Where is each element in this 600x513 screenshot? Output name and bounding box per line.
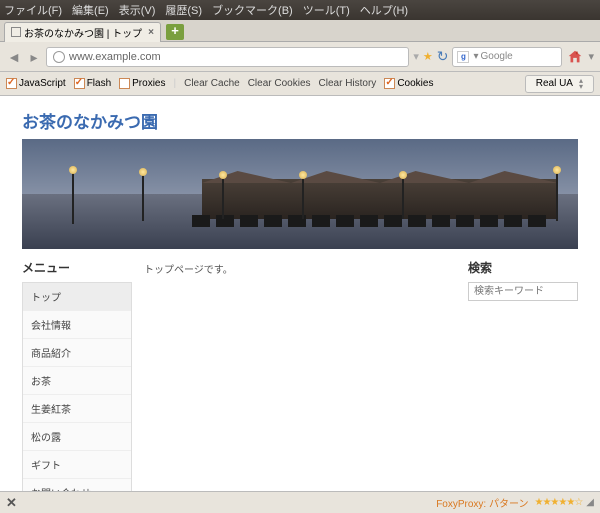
sidebar-menu: メニュー トップ 会社情報 商品紹介 お茶 生姜紅茶 松の露 ギフト お問い合わ… — [22, 259, 132, 491]
menu-item-contact[interactable]: お問い合わせ — [23, 479, 131, 491]
flash-toggle[interactable]: Flash — [74, 78, 111, 89]
checkbox-icon — [119, 78, 130, 89]
banner-image — [22, 139, 578, 249]
user-agent-selector[interactable]: Real UA▴▾ — [525, 75, 594, 93]
proxies-toggle[interactable]: Proxies — [119, 78, 165, 89]
menu-heading: メニュー — [22, 259, 132, 276]
menu-help[interactable]: ヘルプ(H) — [360, 2, 408, 18]
menu-item-products[interactable]: 商品紹介 — [23, 339, 131, 367]
tab-bar: お茶のなかみつ園 | トップ × + — [0, 20, 600, 42]
menu-item-top[interactable]: トップ — [23, 283, 131, 311]
cookies-toggle[interactable]: Cookies — [384, 78, 433, 89]
menu-item-ginger-tea[interactable]: 生姜紅茶 — [23, 395, 131, 423]
menu-view[interactable]: 表示(V) — [119, 2, 156, 18]
reload-button[interactable]: ↻ — [437, 48, 449, 65]
bookmark-dropdown-icon[interactable]: ▾ — [413, 50, 419, 63]
navigation-toolbar: ◄ ▸ www.example.com ▾ ★ ↻ g ▾ Google ▾ — [0, 42, 600, 72]
checkbox-icon — [74, 78, 85, 89]
page-icon — [11, 27, 21, 37]
menu-item-company[interactable]: 会社情報 — [23, 311, 131, 339]
search-engine-box[interactable]: g ▾ Google — [452, 47, 562, 67]
close-icon[interactable]: × — [148, 27, 154, 38]
clear-cache-button[interactable]: Clear Cache — [184, 78, 240, 89]
sidebar-search: 検索 — [468, 259, 578, 491]
resize-grip-icon: ◢ — [586, 497, 594, 508]
status-bar: ✕ FoxyProxy: パターン ★★★★★☆ ◢ — [0, 491, 600, 513]
address-bar[interactable]: www.example.com — [46, 47, 409, 67]
menu-file[interactable]: ファイル(F) — [4, 2, 62, 18]
globe-icon — [53, 51, 65, 63]
clear-cookies-button[interactable]: Clear Cookies — [248, 78, 311, 89]
main-text: トップページです。 — [144, 265, 233, 276]
bookmark-star-icon[interactable]: ★ — [423, 50, 433, 63]
main-content: トップページです。 — [144, 259, 456, 491]
os-menubar: ファイル(F) 編集(E) 表示(V) 履歴(S) ブックマーク(B) ツール(… — [0, 0, 600, 20]
checkbox-icon — [384, 78, 395, 89]
checkbox-icon — [6, 78, 17, 89]
menu-tools[interactable]: ツール(T) — [303, 2, 350, 18]
menu-item-tea[interactable]: お茶 — [23, 367, 131, 395]
menu-history[interactable]: 履歴(S) — [165, 2, 202, 18]
search-input[interactable] — [468, 282, 578, 301]
rating-stars[interactable]: ★★★★★☆ — [535, 497, 583, 508]
back-button[interactable]: ◄ — [6, 49, 22, 65]
menu-dropdown-icon[interactable]: ▾ — [588, 50, 594, 63]
page-content: お茶のなかみつ園 メニュー トップ 会社情報 商品紹介 お茶 生姜紅茶 松の露 … — [0, 96, 600, 491]
search-engine-label: Google — [481, 51, 513, 62]
menu-item-matsunotsuyu[interactable]: 松の露 — [23, 423, 131, 451]
browser-tab[interactable]: お茶のなかみつ園 | トップ × — [4, 22, 161, 42]
home-icon[interactable] — [566, 48, 584, 66]
menu-edit[interactable]: 編集(E) — [72, 2, 109, 18]
developer-toolbar: JavaScript Flash Proxies | Clear Cache C… — [0, 72, 600, 96]
chevron-updown-icon: ▴▾ — [579, 78, 583, 90]
search-heading: 検索 — [468, 259, 578, 276]
javascript-toggle[interactable]: JavaScript — [6, 78, 66, 89]
new-tab-button[interactable]: + — [166, 24, 184, 40]
foxyproxy-status[interactable]: FoxyProxy: パターン — [436, 495, 528, 510]
clear-history-button[interactable]: Clear History — [319, 78, 377, 89]
site-title[interactable]: お茶のなかみつ園 — [22, 108, 578, 133]
forward-button[interactable]: ▸ — [26, 49, 42, 65]
tab-title: お茶のなかみつ園 | トップ — [24, 25, 142, 40]
menu-bookmarks[interactable]: ブックマーク(B) — [212, 2, 293, 18]
close-panel-icon[interactable]: ✕ — [6, 495, 17, 511]
google-icon: g — [457, 51, 469, 63]
url-text: www.example.com — [69, 51, 161, 63]
menu-item-gift[interactable]: ギフト — [23, 451, 131, 479]
